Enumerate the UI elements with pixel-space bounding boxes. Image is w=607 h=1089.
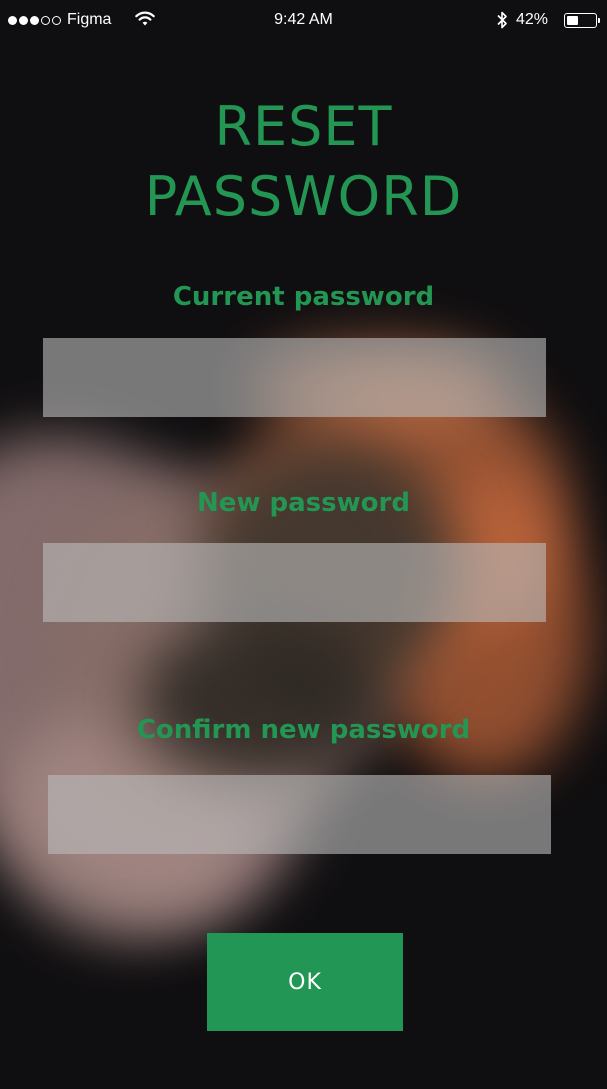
battery-percent: 42% [515, 11, 548, 28]
battery-level [567, 15, 578, 25]
page-title-line-1: RESET [214, 95, 393, 158]
bluetooth-icon [497, 11, 507, 29]
confirm-password-field[interactable] [48, 775, 551, 854]
status-bar: Figma 9:42 AM 42% [0, 0, 607, 42]
current-password-field[interactable] [43, 338, 546, 417]
current-password-label: Current password [172, 282, 435, 312]
confirm-password-label: Confirm new password [136, 715, 471, 745]
reset-password-screen: Figma 9:42 AM 42% RESET PASSWORD Current… [0, 0, 607, 1089]
page-title: RESET PASSWORD [0, 92, 607, 232]
new-password-label: New password [197, 488, 410, 518]
page-title-line-2: PASSWORD [144, 165, 463, 228]
battery-icon [564, 12, 600, 28]
status-right: 42% [496, 10, 600, 30]
new-password-field[interactable] [43, 543, 546, 622]
ok-button[interactable]: OK [207, 933, 403, 1031]
